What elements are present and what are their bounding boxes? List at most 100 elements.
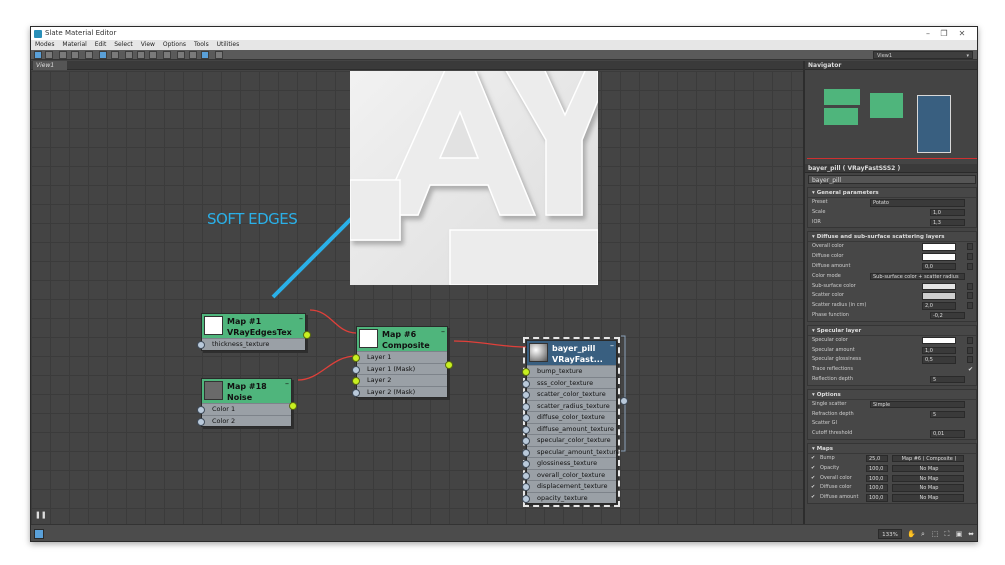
overall-color-swatch[interactable] xyxy=(922,243,956,251)
pause-icon[interactable]: ❚❚ xyxy=(35,511,47,520)
menu-options[interactable]: Options xyxy=(163,41,186,48)
slot-scatter-color-texture[interactable]: scatter_color_texture xyxy=(522,388,616,400)
menu-select[interactable]: Select xyxy=(114,41,133,48)
map-amount-spinner[interactable]: 25,0 xyxy=(866,454,888,463)
specular-glossiness-spinner[interactable]: 0,5 xyxy=(922,356,956,364)
restore-icon[interactable]: ❐ xyxy=(937,27,951,40)
slot-sss-color-texture[interactable]: sss_color_texture xyxy=(522,376,616,389)
output-pin[interactable] xyxy=(303,331,311,339)
rollout-header[interactable]: ▾ Specular layer xyxy=(808,326,976,336)
input-pin[interactable] xyxy=(352,377,360,385)
map-slot-button[interactable]: No Map xyxy=(892,484,964,492)
diffuse-color-swatch[interactable] xyxy=(922,253,956,261)
rollout-header[interactable]: ▾ Maps xyxy=(808,444,976,454)
rollout-header[interactable]: ▾ Options xyxy=(808,390,976,400)
input-pin[interactable] xyxy=(522,437,530,445)
minimize-node-icon[interactable]: – xyxy=(610,340,614,351)
input-pin[interactable] xyxy=(522,402,530,411)
slot-diffuse-amount-texture[interactable]: diffuse_amount_texture xyxy=(522,422,616,435)
layout-children-icon[interactable] xyxy=(137,51,145,59)
map-slot-button[interactable]: No Map xyxy=(892,494,964,502)
zoom-selected-icon[interactable]: ▣ xyxy=(955,529,963,539)
map-button[interactable] xyxy=(967,262,973,270)
node-map6-composite[interactable]: Map #6 Composite – Layer 1 Layer 1 (Mask… xyxy=(352,326,453,398)
slot-layer-2-mask[interactable]: Layer 2 (Mask) xyxy=(352,385,447,398)
slot-specular-color-texture[interactable]: specular_color_texture xyxy=(522,434,616,446)
rollout-header[interactable]: ▾ Diffuse and sub-surface scattering lay… xyxy=(808,232,976,243)
wire-noise-to-layer2[interactable] xyxy=(297,355,357,381)
zoom-level[interactable]: 133% xyxy=(878,529,902,539)
put-to-scene-icon[interactable] xyxy=(59,51,67,59)
layout-all-icon[interactable] xyxy=(125,51,133,59)
menu-view[interactable]: View xyxy=(141,41,155,48)
input-pin[interactable] xyxy=(197,417,205,426)
map-button[interactable] xyxy=(967,292,973,300)
map-button[interactable] xyxy=(967,282,973,290)
pan-hand-icon[interactable]: ✋ xyxy=(907,529,916,539)
slot-glossiness-texture[interactable]: glossiness_texture xyxy=(522,457,616,469)
pick-material-icon[interactable] xyxy=(45,51,53,59)
node-view-canvas[interactable]: SOFT EDGES Map #1 VRayEdgesTex – thickne… xyxy=(31,71,803,524)
material-output-pin[interactable] xyxy=(620,397,628,405)
scatter-gi-checkbox[interactable] xyxy=(967,420,974,427)
input-pin[interactable] xyxy=(522,368,530,376)
input-pin[interactable] xyxy=(522,414,530,422)
show-slots-icon[interactable] xyxy=(201,51,209,59)
delete-icon[interactable] xyxy=(85,51,93,59)
material-name-field[interactable]: bayer_pill xyxy=(808,175,976,184)
phase-function-spinner[interactable]: -0,2 xyxy=(930,311,965,320)
zoom-extents-icon[interactable]: ⛶ xyxy=(943,529,951,539)
input-pin[interactable] xyxy=(522,483,530,491)
cutoff-threshold-spinner[interactable]: 0,01 xyxy=(930,430,965,438)
slot-diffuse-color-texture[interactable]: diffuse_color_texture xyxy=(522,411,616,423)
map-button[interactable] xyxy=(967,253,973,261)
tab-view1[interactable]: View1 xyxy=(33,61,67,70)
input-pin[interactable] xyxy=(522,494,530,503)
preset-dropdown[interactable]: Potato xyxy=(870,199,965,207)
input-pin[interactable] xyxy=(522,391,530,399)
wire-composite-to-bump[interactable] xyxy=(453,340,527,348)
map-enable-checkbox[interactable]: ✔ xyxy=(811,474,815,484)
close-icon[interactable]: ✕ xyxy=(955,27,969,40)
minimize-node-icon[interactable]: – xyxy=(285,378,289,389)
input-pin[interactable] xyxy=(352,388,360,397)
map-slot-button[interactable]: No Map xyxy=(892,464,964,473)
map-button[interactable] xyxy=(967,243,973,251)
map-slot-button[interactable]: No Map xyxy=(892,474,964,483)
input-pin[interactable] xyxy=(522,448,530,457)
slot-overall-color-texture[interactable]: overall_color_texture xyxy=(522,468,616,481)
select-tool-icon[interactable] xyxy=(34,51,42,59)
map-enable-checkbox[interactable]: ✔ xyxy=(811,464,815,474)
minimize-node-icon[interactable]: – xyxy=(441,326,445,337)
wire-edges-to-layer1[interactable] xyxy=(309,309,357,334)
input-pin[interactable] xyxy=(522,425,530,434)
material-map-browser-icon[interactable] xyxy=(149,51,157,59)
zoom-icon[interactable]: ⌕ xyxy=(919,529,927,539)
map-enable-checkbox[interactable]: ✔ xyxy=(811,483,815,493)
map-slot-button[interactable]: Map #6 ( Composite ) xyxy=(892,454,964,463)
diffuse-amount-spinner[interactable]: 0,0 xyxy=(922,262,956,271)
assign-material-icon[interactable] xyxy=(71,51,79,59)
node-map1-vrayedgestex[interactable]: Map #1 VRayEdgesTex – thickness_texture xyxy=(197,313,311,351)
navigate-icon[interactable]: ⬌ xyxy=(967,529,975,539)
slot-scatter-radius-texture[interactable]: scatter_radius_texture xyxy=(522,399,616,412)
menu-material[interactable]: Material xyxy=(62,41,86,48)
show-map-icon[interactable] xyxy=(99,51,107,59)
slot-thickness-texture[interactable]: thickness_texture xyxy=(197,338,305,350)
map-amount-spinner[interactable]: 100,0 xyxy=(866,464,888,473)
navigator-view[interactable] xyxy=(805,71,977,162)
menu-modes[interactable]: Modes xyxy=(35,41,54,48)
specular-amount-spinner[interactable]: 1,0 xyxy=(922,346,956,355)
subsurface-color-swatch[interactable] xyxy=(922,282,956,291)
specular-color-swatch[interactable] xyxy=(922,336,956,345)
input-pin[interactable] xyxy=(197,406,205,414)
map-enable-checkbox[interactable]: ✔ xyxy=(811,493,815,503)
refraction-depth-spinner[interactable]: 5 xyxy=(930,410,965,419)
minimize-icon[interactable]: – xyxy=(921,27,935,40)
node-map18-noise[interactable]: Map #18 Noise – Color 1 Color 2 xyxy=(197,378,297,427)
show-background-icon[interactable] xyxy=(111,51,119,59)
single-scatter-dropdown[interactable]: Simple xyxy=(870,400,965,409)
slot-opacity-texture[interactable]: opacity_texture xyxy=(522,491,616,504)
map-button[interactable] xyxy=(967,302,973,310)
rollout-header[interactable]: ▾ General parameters xyxy=(808,188,976,198)
